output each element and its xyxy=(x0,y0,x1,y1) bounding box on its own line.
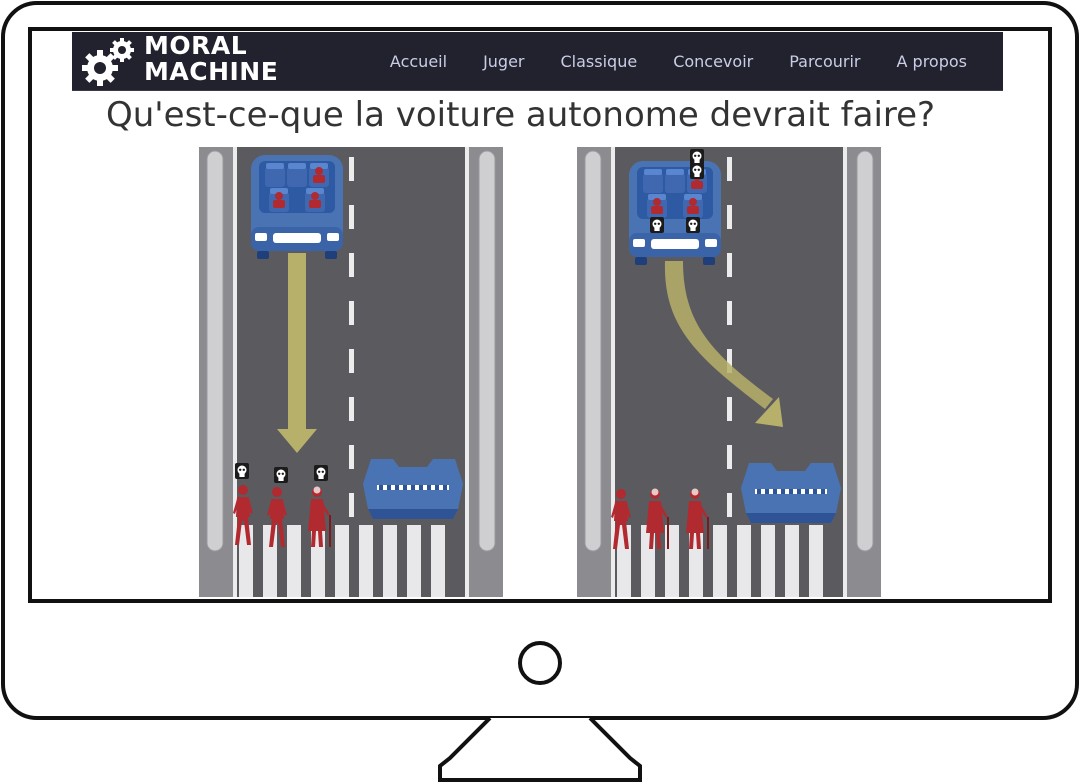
nav-a-propos[interactable]: A propos xyxy=(897,52,967,71)
brand-logo[interactable]: MORAL MACHINE xyxy=(144,33,278,85)
gear-logo-icon[interactable] xyxy=(80,36,140,88)
skull-icon xyxy=(235,463,249,479)
skull-icon xyxy=(690,149,704,165)
brand-line2: MACHINE xyxy=(144,57,279,86)
nav-accueil[interactable]: Accueil xyxy=(390,52,447,71)
nav-parcourir[interactable]: Parcourir xyxy=(789,52,860,71)
nav-juger[interactable]: Juger xyxy=(483,52,524,71)
screen: MORAL MACHINE Accueil Juger Classique Co… xyxy=(36,32,1046,597)
nav-classique[interactable]: Classique xyxy=(561,52,638,71)
nav-concevoir[interactable]: Concevoir xyxy=(673,52,753,71)
skull-icon xyxy=(650,217,664,233)
autonomous-car xyxy=(629,149,721,265)
skull-icon xyxy=(274,467,288,483)
barrier-icon xyxy=(363,459,463,519)
navbar: MORAL MACHINE Accueil Juger Classique Co… xyxy=(72,32,1003,91)
barrier-icon xyxy=(741,463,841,523)
skull-icon xyxy=(686,217,700,233)
main-nav: Accueil Juger Classique Concevoir Parcou… xyxy=(390,32,967,90)
monitor-stand-icon xyxy=(438,716,642,782)
page-title: Qu'est-ce-que la voiture autonome devrai… xyxy=(106,95,936,135)
scenario-1-card[interactable] xyxy=(199,147,503,597)
autonomous-car xyxy=(251,155,343,259)
skull-icon xyxy=(314,465,328,481)
scenario-2-card[interactable] xyxy=(577,147,881,597)
brand-line1: MORAL xyxy=(144,32,248,60)
skull-icon xyxy=(690,163,704,179)
